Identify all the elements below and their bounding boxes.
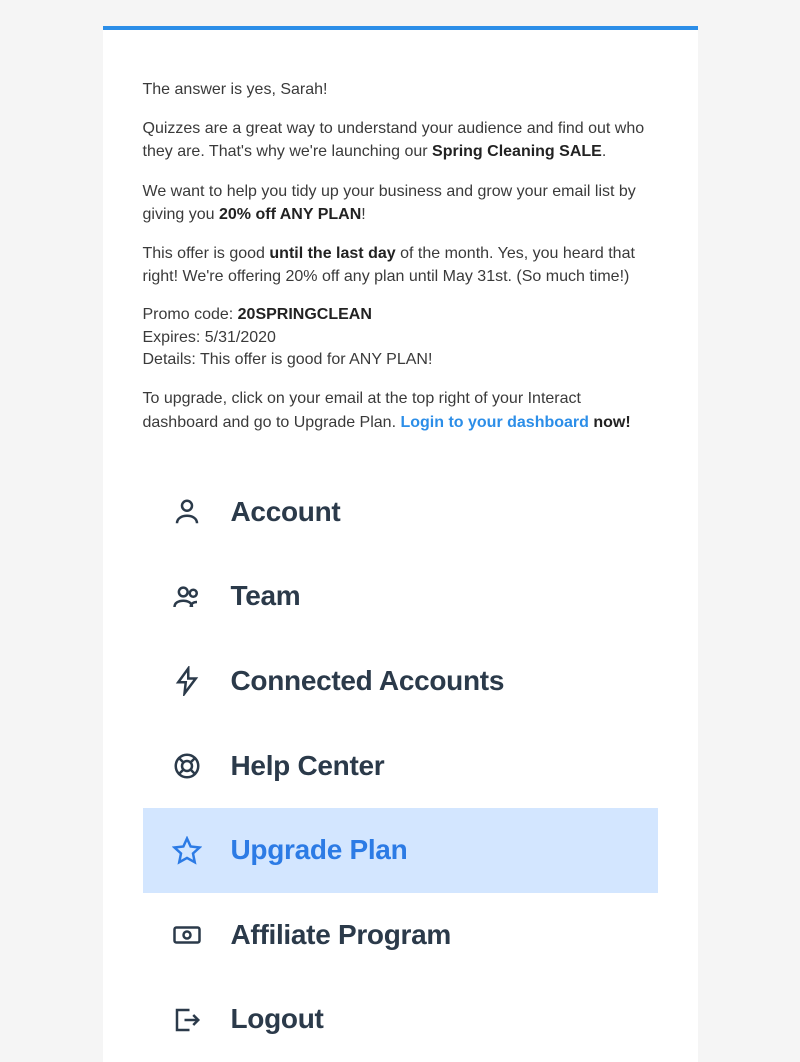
text: This offer is good	[143, 245, 270, 262]
email-body: The answer is yes, Sarah! Quizzes are a …	[103, 30, 698, 1062]
person-icon	[171, 496, 203, 528]
menu-label: Affiliate Program	[231, 915, 452, 956]
deadline-phrase: until the last day	[269, 245, 395, 262]
promo-expires: Expires: 5/31/2020	[143, 327, 658, 349]
menu-label: Account	[231, 492, 341, 533]
text: .	[602, 143, 606, 160]
text: !	[361, 206, 365, 223]
lifebuoy-icon	[171, 750, 203, 782]
menu-label: Team	[231, 576, 301, 617]
discount-paragraph: We want to help you tidy up your busines…	[143, 180, 658, 226]
menu-item-team[interactable]: Team	[143, 554, 658, 639]
menu-item-affiliate-program[interactable]: Affiliate Program	[143, 893, 658, 978]
menu-item-logout[interactable]: Logout	[143, 977, 658, 1062]
intro-paragraph: Quizzes are a great way to understand yo…	[143, 117, 658, 163]
menu-label: Help Center	[231, 746, 385, 787]
menu-label: Connected Accounts	[231, 661, 505, 702]
menu-item-help-center[interactable]: Help Center	[143, 724, 658, 809]
bolt-icon	[171, 665, 203, 697]
text: now!	[589, 414, 631, 431]
sale-name: Spring Cleaning SALE	[432, 143, 602, 160]
menu-item-upgrade-plan[interactable]: Upgrade Plan	[143, 808, 658, 893]
text: We want to help you tidy up your busines…	[143, 183, 636, 223]
account-menu: Account Team Connected Accounts Help Cen…	[143, 470, 658, 1062]
email-card: The answer is yes, Sarah! Quizzes are a …	[103, 26, 698, 1062]
login-dashboard-link[interactable]: Login to your dashboard	[400, 414, 588, 431]
menu-item-connected-accounts[interactable]: Connected Accounts	[143, 639, 658, 724]
promo-code-value: 20SPRINGCLEAN	[238, 306, 372, 323]
greeting-text: The answer is yes, Sarah!	[143, 78, 658, 101]
money-icon	[171, 919, 203, 951]
promo-code-line: Promo code: 20SPRINGCLEAN	[143, 304, 658, 326]
discount-amount: 20% off ANY PLAN	[219, 206, 361, 223]
team-icon	[171, 581, 203, 613]
menu-label: Upgrade Plan	[231, 830, 408, 871]
promo-block: Promo code: 20SPRINGCLEAN Expires: 5/31/…	[143, 304, 658, 371]
logout-icon	[171, 1004, 203, 1036]
upgrade-instructions: To upgrade, click on your email at the t…	[143, 387, 658, 433]
promo-code-label: Promo code:	[143, 306, 238, 323]
star-icon	[171, 835, 203, 867]
menu-item-account[interactable]: Account	[143, 470, 658, 555]
offer-duration-paragraph: This offer is good until the last day of…	[143, 242, 658, 288]
promo-details: Details: This offer is good for ANY PLAN…	[143, 349, 658, 371]
menu-label: Logout	[231, 999, 324, 1040]
